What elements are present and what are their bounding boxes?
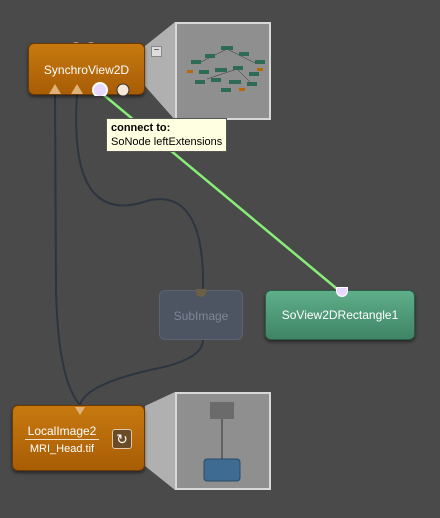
connection-tooltip: connect to: SoNode leftExtensions bbox=[106, 118, 228, 152]
tooltip-title: connect to: bbox=[111, 122, 171, 134]
collapse-icon[interactable]: − bbox=[151, 46, 162, 57]
local-thumbnail-icon bbox=[203, 402, 241, 482]
subimage-node-label: SubImage bbox=[173, 309, 229, 323]
tooltip-detail: SoNode leftExtensions bbox=[111, 136, 223, 148]
network-thumbnail-icon bbox=[187, 46, 265, 92]
soview2drectangle-node[interactable]: SoView2DRectangle1 bbox=[265, 287, 415, 340]
synchroview2d-node[interactable]: SynchroView2D bbox=[28, 43, 146, 96]
synchro-output-ports[interactable] bbox=[29, 82, 146, 96]
localimage2-filename: MRI_Head.tif bbox=[29, 443, 95, 455]
left-extensions-port[interactable] bbox=[92, 82, 108, 96]
local-preview-connector bbox=[145, 392, 175, 490]
localimage-input-port[interactable] bbox=[74, 406, 86, 416]
synchroview2d-preview bbox=[175, 22, 271, 120]
subimage-input-port[interactable] bbox=[196, 289, 206, 297]
name-divider bbox=[25, 439, 99, 440]
rectangle-input-port[interactable] bbox=[336, 287, 348, 297]
soview2drectangle-node-label: SoView2DRectangle1 bbox=[281, 308, 399, 322]
subimage-node[interactable]: SubImage bbox=[159, 289, 243, 340]
localimage2-node[interactable]: LocalImage2 MRI_Head.tif ↻ bbox=[12, 405, 145, 471]
refresh-icon[interactable]: ↻ bbox=[112, 429, 132, 449]
synchro-preview-connector bbox=[145, 22, 175, 120]
localimage2-node-label: LocalImage2 bbox=[27, 424, 97, 438]
localimage2-preview bbox=[175, 392, 271, 490]
synchroview2d-node-label: SynchroView2D bbox=[43, 63, 130, 77]
